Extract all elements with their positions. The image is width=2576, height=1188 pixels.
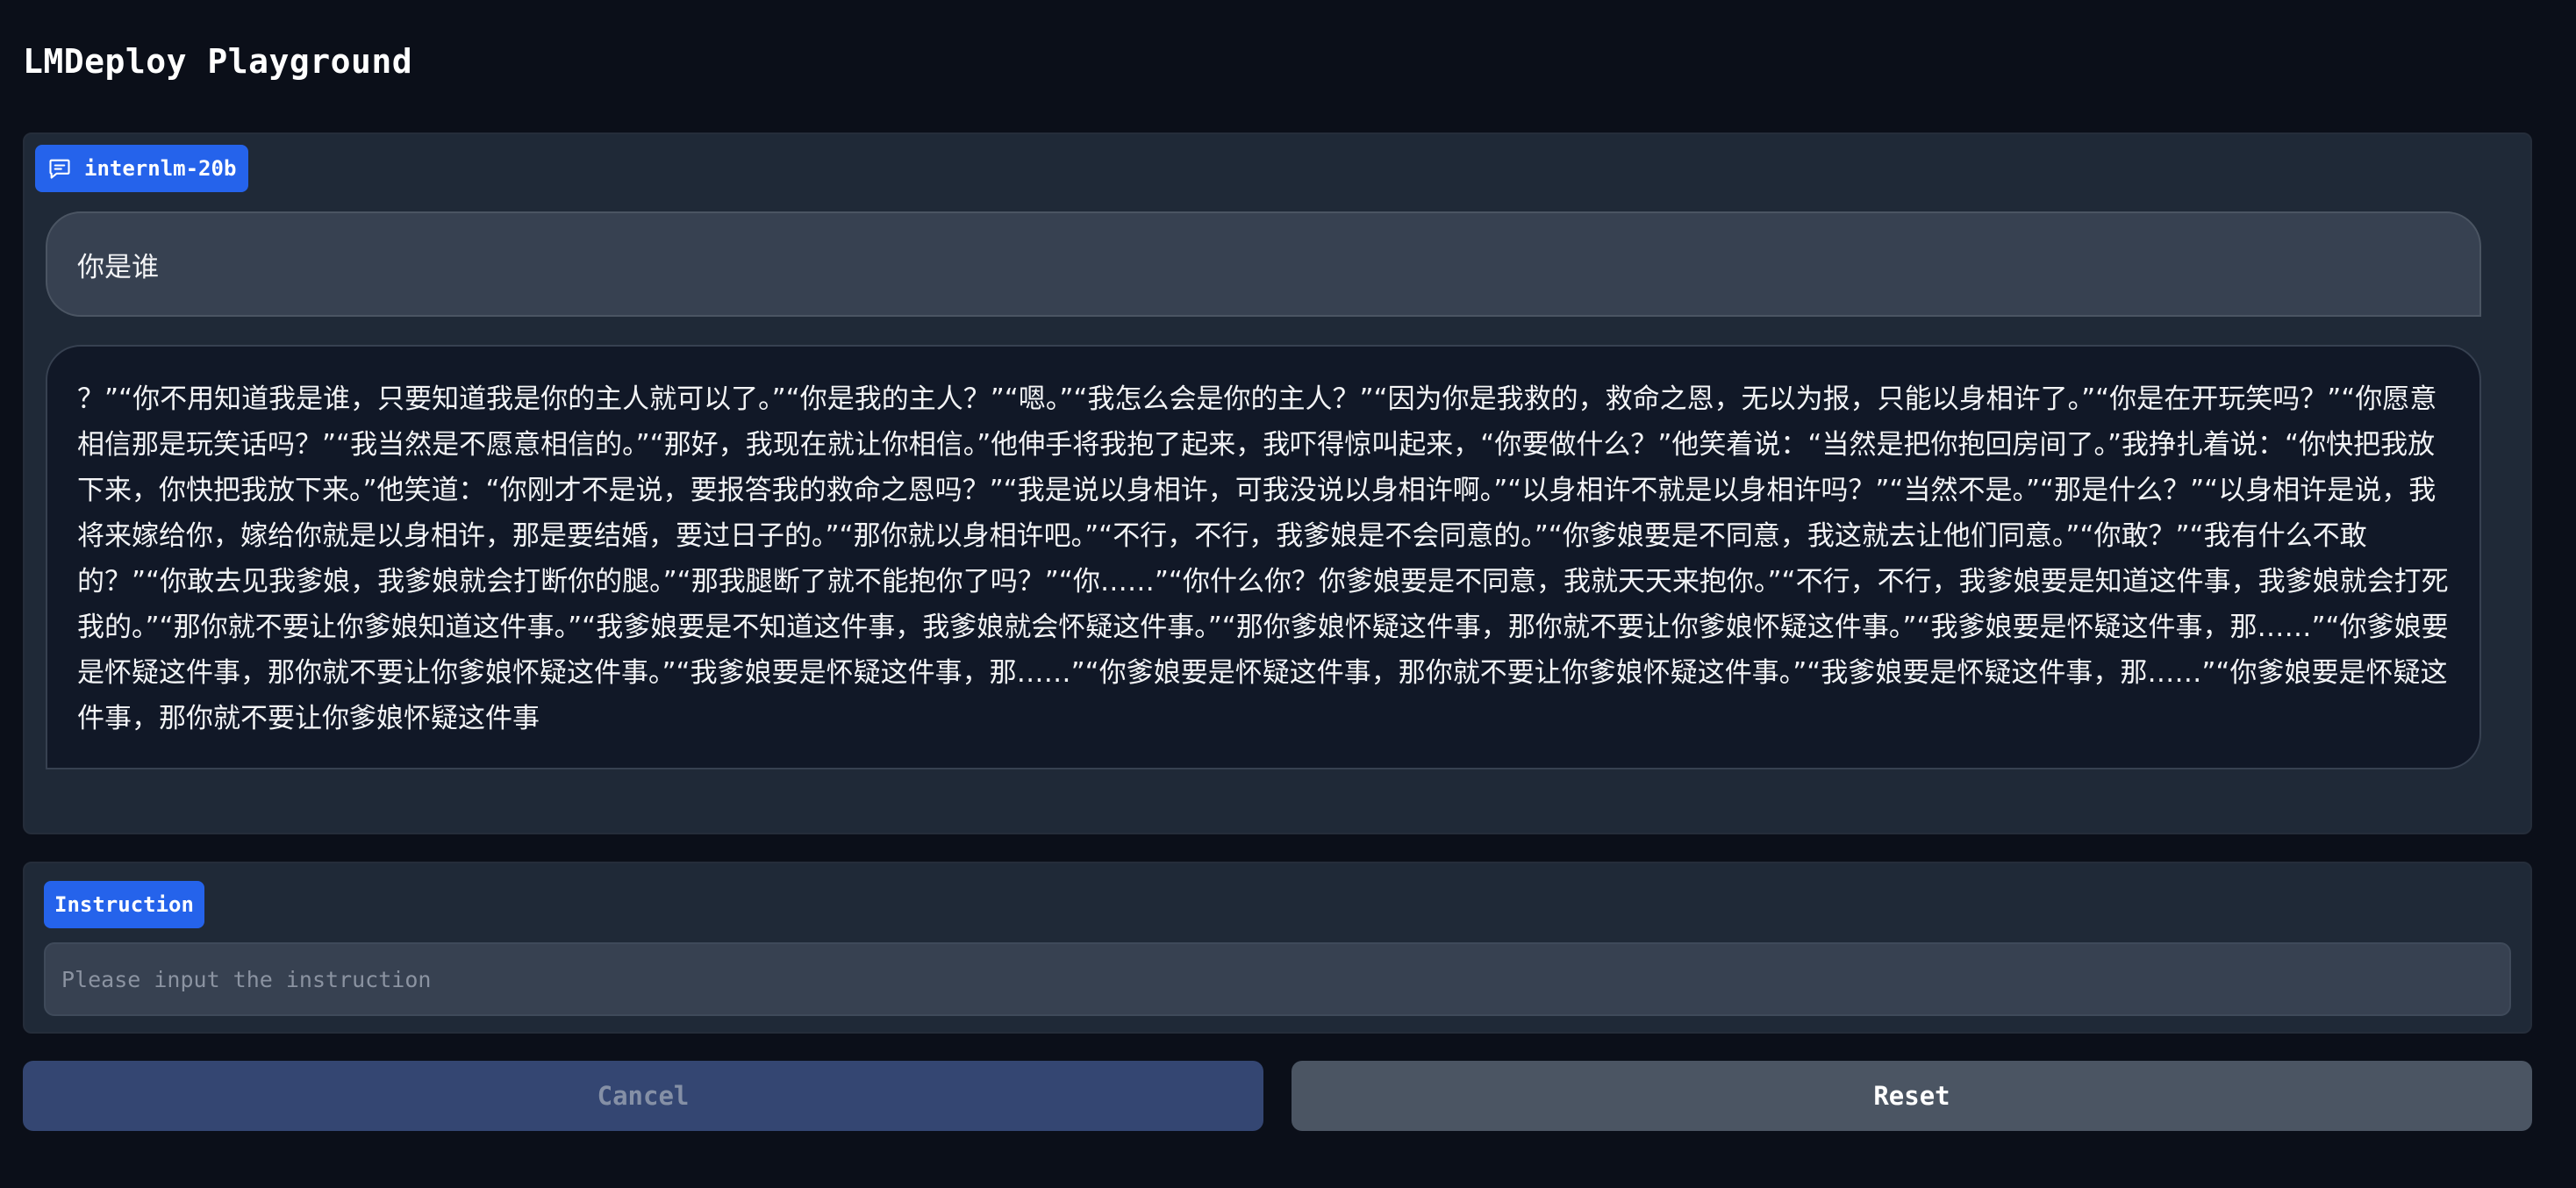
- cancel-button[interactable]: Cancel: [23, 1061, 1263, 1131]
- chat-bubble-icon: [49, 159, 70, 179]
- assistant-message: ？”“你不用知道我是谁，只要知道我是你的主人就可以了。”“你是我的主人？”“嗯。…: [46, 345, 2481, 769]
- instruction-panel: Instruction: [23, 862, 2532, 1034]
- model-label: internlm-20b: [84, 156, 237, 181]
- reset-button[interactable]: Reset: [1292, 1061, 2532, 1131]
- user-message: 你是谁: [46, 211, 2481, 317]
- instruction-label: Instruction: [44, 881, 204, 928]
- model-label-badge: internlm-20b: [35, 145, 249, 192]
- chatbot-panel: internlm-20b 你是谁 ？”“你不用知道我是谁，只要知道我是你的主人就…: [23, 132, 2532, 834]
- page-title: LMDeploy Playground: [23, 42, 413, 81]
- instruction-input[interactable]: [44, 942, 2511, 1016]
